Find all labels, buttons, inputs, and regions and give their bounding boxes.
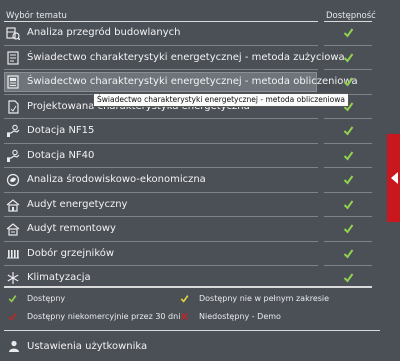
- check-available-icon: [343, 224, 354, 234]
- user-settings-button[interactable]: Ustawienia użytkownika: [0, 336, 380, 358]
- wall-analysis-icon: [6, 27, 20, 40]
- check-available-icon: [343, 175, 354, 185]
- topic-label: Świadectwo charakterystyki energetycznej…: [27, 51, 345, 63]
- legend-partial: Dostępny nie w pełnym zakresie: [180, 294, 329, 303]
- topic-label: Analiza przegród budowlanych: [27, 27, 181, 38]
- legend-noncommercial-label: Dostępny niekomercyjnie przez 30 dni: [27, 312, 181, 321]
- settings-divider: [4, 330, 380, 331]
- topic-label: Analiza środowiskowo-ekonomiczna: [27, 174, 206, 185]
- check-yellow-icon: [180, 295, 189, 303]
- legend-noncommercial: Dostępny niekomercyjnie przez 30 dni: [8, 312, 180, 321]
- check-available-icon: [343, 126, 354, 136]
- check-available-icon: [343, 199, 354, 210]
- table-header: Wybór tematu Dostępność: [0, 8, 380, 22]
- certificate-calc-icon: [7, 75, 19, 89]
- collapse-side-tab[interactable]: [387, 134, 400, 222]
- renovation-audit-icon: [6, 223, 20, 236]
- topic-label: Świadectwo charakterystyki energetycznej…: [27, 76, 358, 87]
- topic-row-analiza-srodowiskowa[interactable]: Analiza środowiskowo-ekonomiczna: [0, 168, 380, 193]
- topic-row-dobor-grzejnikow[interactable]: Dobór grzejników: [0, 242, 380, 266]
- topic-row-audyt-energetyczny[interactable]: Audyt energetyczny: [0, 193, 380, 217]
- cross-red-icon: [181, 313, 188, 320]
- check-available-icon: [343, 248, 354, 259]
- legend-unavailable: Niedostępny - Demo: [180, 312, 281, 321]
- topic-label: Dotacja NF15: [27, 125, 95, 136]
- check-available-icon: [343, 28, 354, 38]
- topic-label: Dotacja NF40: [27, 149, 95, 161]
- column-header-topic: Wybór tematu: [6, 11, 67, 21]
- topic-row-audyt-remontowy[interactable]: Audyt remontowy: [0, 217, 380, 242]
- audit-icon: [6, 198, 20, 212]
- legend-partial-label: Dostępny nie w pełnym zakresie: [199, 294, 330, 303]
- legend-unavailable-label: Niedostępny - Demo: [199, 312, 281, 321]
- check-available-icon: [343, 273, 354, 283]
- environment-icon: [6, 173, 20, 187]
- grant-icon: [7, 149, 20, 162]
- topic-label: Klimatyzacja: [27, 272, 91, 283]
- snowflake-icon: [7, 272, 19, 284]
- legend-available: Dostępny: [8, 294, 65, 303]
- check-available-icon: [343, 77, 354, 87]
- check-red-icon: [8, 313, 17, 321]
- document-icon: [8, 99, 19, 114]
- grant-icon: [7, 124, 20, 137]
- topic-label: Audyt remontowy: [27, 223, 116, 234]
- topic-label: Dobór grzejników: [27, 247, 115, 259]
- topic-row-dotacja-nf15[interactable]: Dotacja NF15: [0, 119, 380, 144]
- certificate-icon: [7, 50, 19, 65]
- topic-label: Audyt energetyczny: [27, 198, 128, 210]
- check-available-icon: [343, 52, 354, 63]
- user-icon: [9, 340, 19, 352]
- radiator-icon: [7, 249, 19, 258]
- topic-row-swiadectwo-obliczeniowa[interactable]: Świadectwo charakterystyki energetycznej…: [0, 70, 380, 95]
- arrow-left-icon: [391, 172, 398, 184]
- topic-row-swiadectwo-zuzyciowa[interactable]: Świadectwo charakterystyki energetycznej…: [0, 46, 380, 70]
- topic-row-dotacja-nf40[interactable]: Dotacja NF40: [0, 144, 380, 168]
- tooltip: Świadectwo charakterystyki energetycznej…: [93, 93, 350, 107]
- legend-available-label: Dostępny: [27, 294, 66, 303]
- column-header-availability: Dostępność: [326, 11, 376, 21]
- topic-selection-panel: Wybór tematu Dostępność Analiza przegród…: [0, 0, 400, 361]
- topic-row-analiza-przegrod[interactable]: Analiza przegród budowlanych: [0, 21, 380, 46]
- check-green-icon: [8, 295, 17, 303]
- topic-list: Analiza przegród budowlanych Świadectwo …: [0, 21, 380, 291]
- check-available-icon: [343, 150, 354, 161]
- user-settings-label: Ustawienia użytkownika: [27, 341, 148, 352]
- availability-legend: Dostępny Dostępny nie w pełnym zakresie …: [0, 288, 380, 328]
